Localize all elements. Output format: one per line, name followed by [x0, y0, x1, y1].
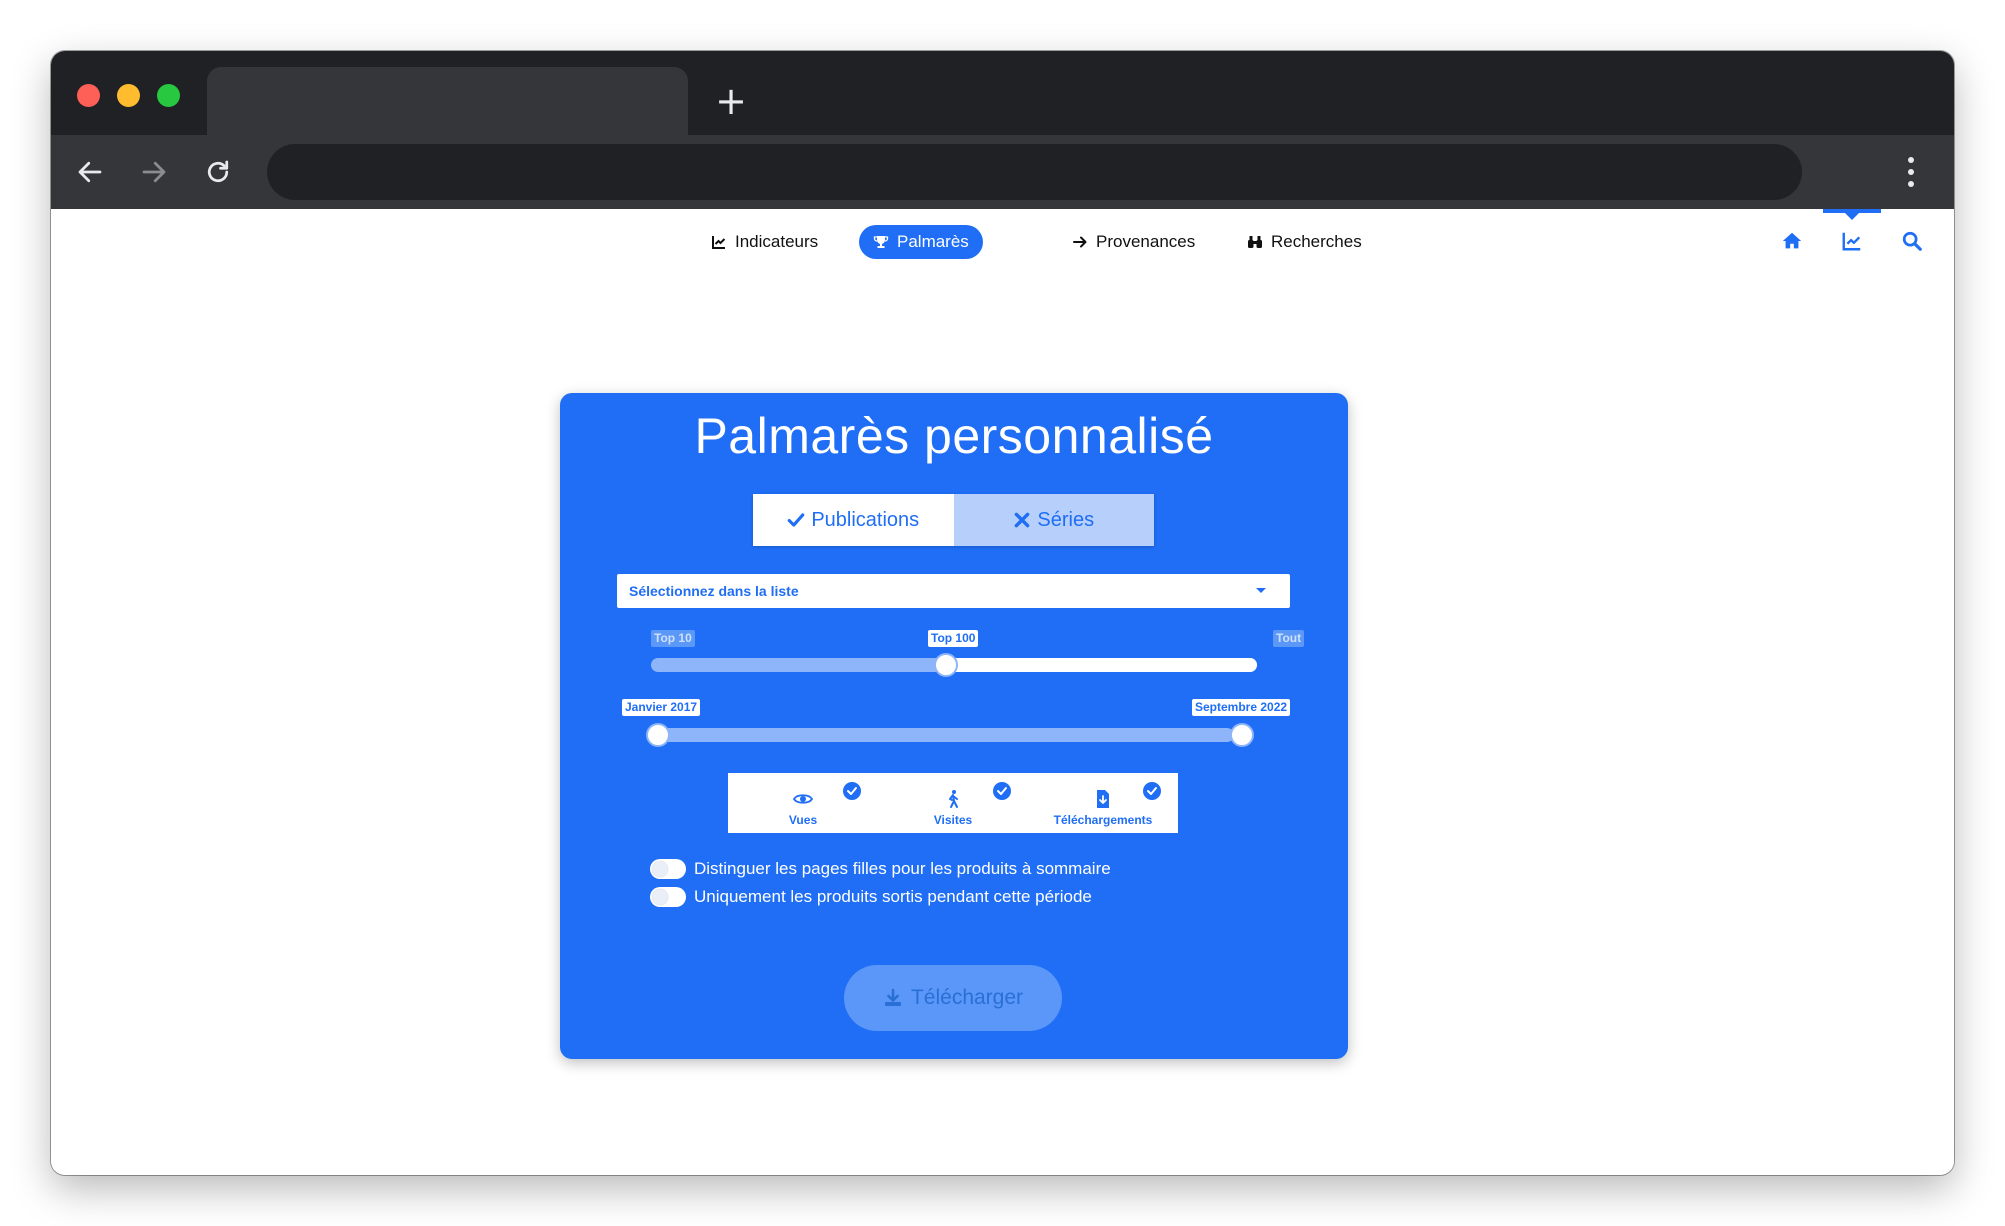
utility-icons — [1774, 209, 1930, 259]
line-chart-icon — [1842, 232, 1861, 251]
download-icon — [884, 988, 901, 1006]
metric-telechargements[interactable]: Téléchargements — [1028, 773, 1178, 833]
reload-icon — [207, 160, 229, 183]
metrics-selector: Vues Visites Téléchargements — [728, 773, 1178, 833]
custom-ranking-card: Palmarès personnalisé Publications Série… — [560, 393, 1348, 1059]
search-icon — [1902, 231, 1922, 251]
arrow-left-icon — [78, 161, 102, 183]
date-start-label: Janvier 2017 — [622, 699, 701, 716]
browser-menu-button[interactable] — [1896, 151, 1926, 193]
nav-item-label: Palmarès — [897, 232, 969, 251]
home-button[interactable] — [1774, 223, 1810, 259]
check-circle-icon — [1143, 782, 1161, 800]
download-label: Télécharger — [910, 986, 1024, 1009]
top-slider-fill — [946, 658, 1257, 672]
close-window-button[interactable] — [77, 84, 100, 107]
nav-item-label: Recherches — [1271, 232, 1362, 251]
toggle-row: Uniquement les produits sortis pendant c… — [650, 885, 1092, 909]
page-title: Palmarès personnalisé — [694, 408, 1214, 464]
line-chart-icon — [712, 236, 726, 249]
forward-button[interactable] — [133, 151, 175, 193]
nav-item-label: Provenances — [1096, 232, 1196, 251]
slider-tick-label: Tout — [1273, 630, 1305, 647]
content-type-switch: Publications Séries — [753, 494, 1154, 546]
date-slider-track[interactable] — [651, 728, 1234, 742]
nav-item-palmares[interactable]: Palmarès — [859, 225, 983, 259]
chevron-down-icon — [1256, 588, 1266, 593]
arrow-right-icon — [1073, 236, 1087, 248]
check-circle-icon — [993, 782, 1011, 800]
browser-titlebar: + — [51, 51, 1954, 135]
file-download-icon — [1097, 790, 1109, 808]
page-viewport: Indicateurs Palmarès Provenances Recherc… — [51, 209, 1954, 1175]
nav-item-provenances[interactable]: Provenances — [1058, 225, 1209, 259]
metric-label: Visites — [933, 813, 973, 827]
slider-selected-label: Top 100 — [928, 630, 979, 647]
browser-toolbar — [51, 135, 1954, 209]
new-tab-button[interactable]: + — [711, 81, 751, 121]
subpages-toggle[interactable] — [650, 859, 686, 879]
select-value: Sélectionnez dans la liste — [629, 583, 799, 599]
search-button[interactable] — [1894, 223, 1930, 259]
main-navigation: Indicateurs Palmarès Provenances Recherc… — [51, 225, 1954, 259]
product-select[interactable]: Sélectionnez dans la liste — [617, 574, 1290, 608]
check-circle-icon — [843, 782, 861, 800]
binoculars-icon — [1248, 236, 1262, 248]
top-slider-handle[interactable] — [934, 653, 958, 677]
download-button[interactable]: Télécharger — [844, 965, 1062, 1031]
home-icon — [1782, 232, 1802, 249]
address-bar[interactable] — [267, 144, 1802, 200]
metric-label: Téléchargements — [1053, 813, 1153, 827]
period-only-toggle[interactable] — [650, 887, 686, 907]
series-label: Séries — [1037, 508, 1095, 531]
date-start-handle[interactable] — [646, 723, 670, 747]
toggle-label: Distinguer les pages filles pour les pro… — [694, 859, 1111, 878]
nav-item-recherches[interactable]: Recherches — [1233, 225, 1376, 259]
menu-dot — [1908, 157, 1914, 163]
eye-icon — [793, 794, 813, 804]
nav-item-label: Indicateurs — [735, 232, 819, 251]
check-icon — [788, 513, 805, 527]
trophy-icon — [873, 236, 889, 248]
back-button[interactable] — [69, 151, 111, 193]
metric-label: Vues — [788, 813, 818, 827]
publications-button[interactable]: Publications — [753, 494, 954, 546]
nav-item-indicateurs[interactable]: Indicateurs — [697, 225, 832, 259]
maximize-window-button[interactable] — [157, 84, 180, 107]
x-icon — [1015, 512, 1030, 528]
date-end-handle[interactable] — [1230, 723, 1254, 747]
reload-button[interactable] — [197, 151, 239, 193]
date-end-label: Septembre 2022 — [1192, 699, 1291, 716]
statistics-button[interactable] — [1823, 209, 1881, 259]
metric-visites[interactable]: Visites — [878, 773, 1028, 833]
browser-tab[interactable] — [207, 67, 688, 135]
publications-label: Publications — [811, 508, 920, 531]
browser-window: + Indicateurs Palmarès Provenances Reche… — [51, 51, 1954, 1175]
arrow-right-icon — [142, 161, 166, 183]
toggle-label: Uniquement les produits sortis pendant c… — [694, 887, 1092, 906]
menu-dot — [1908, 181, 1914, 187]
metric-vues[interactable]: Vues — [728, 773, 878, 833]
minimize-window-button[interactable] — [117, 84, 140, 107]
toggle-row: Distinguer les pages filles pour les pro… — [650, 857, 1111, 881]
slider-tick-label: Top 10 — [651, 630, 695, 647]
series-button[interactable]: Séries — [953, 494, 1154, 546]
menu-dot — [1908, 169, 1914, 175]
walking-icon — [949, 790, 958, 808]
